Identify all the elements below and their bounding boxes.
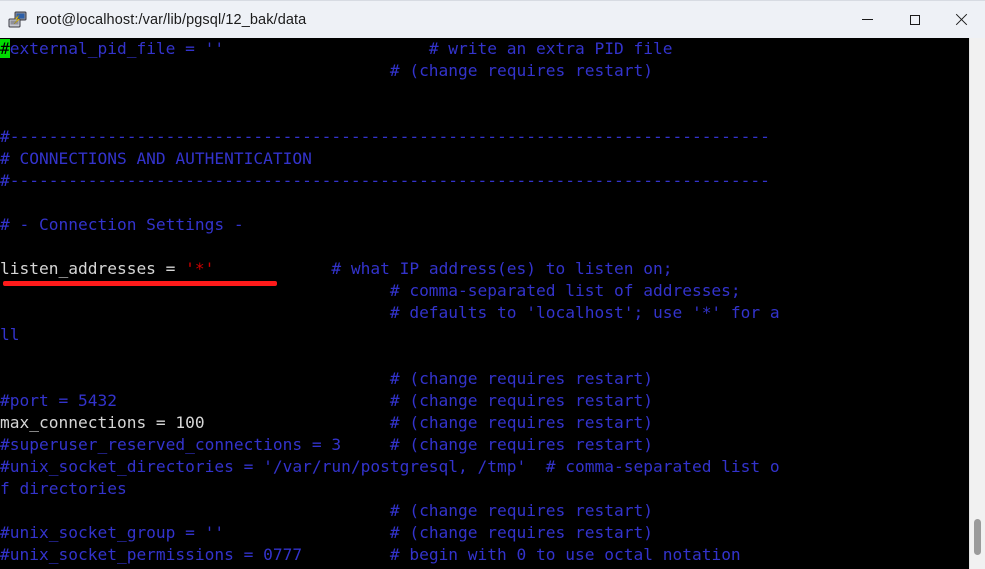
- maximize-icon: [909, 14, 920, 25]
- terminal-text-run: #unix_socket_directories = '/var/run/pos…: [0, 457, 780, 476]
- terminal-text-run: #: [0, 39, 10, 58]
- terminal-text-run: max_connections = 100: [0, 413, 205, 432]
- line-blank-5: [0, 346, 780, 368]
- maximize-button[interactable]: [891, 1, 938, 38]
- minimize-button[interactable]: [844, 1, 891, 38]
- terminal-text-run: # begin with 0 to use octal notation: [302, 545, 741, 564]
- close-button[interactable]: [938, 1, 985, 38]
- line-blank-3: [0, 192, 780, 214]
- line-listen-comment-2: # defaults to 'localhost'; use '*' for a: [0, 302, 780, 324]
- line-unix-socket-group: #unix_socket_group = '' # (change requir…: [0, 522, 780, 544]
- line-blank-4: [0, 236, 780, 258]
- terminal-text-run: #---------------------------------------…: [0, 127, 770, 146]
- terminal-text-run: #---------------------------------------…: [0, 171, 770, 190]
- terminal-text-run: # write an extra PID file: [224, 39, 673, 58]
- terminal-text-run: # what IP address(es) to listen on;: [214, 259, 673, 278]
- putty-terminal-icon: [8, 10, 28, 30]
- terminal-text-run: #unix_socket_permissions = 0777: [0, 545, 303, 564]
- line-external-pid-file-cont: # (change requires restart): [0, 60, 780, 82]
- scrollbar-thumb[interactable]: [974, 519, 981, 555]
- minimize-icon: [862, 19, 873, 20]
- terminal-text-buffer: #external_pid_file = '' # write an extra…: [0, 38, 780, 569]
- line-port: # (change requires restart): [0, 368, 780, 390]
- terminal-text-run: # (change requires restart): [341, 435, 653, 454]
- line-listen-addresses: listen_addresses = '*' # what IP address…: [0, 258, 780, 280]
- terminal-text-run: # (change requires restart): [0, 369, 653, 388]
- line-max-connections: max_connections = 100 # (change requires…: [0, 412, 780, 434]
- terminal-text-run: ll: [0, 325, 20, 344]
- window-controls: [844, 1, 985, 38]
- line-port-value: #port = 5432 # (change requires restart): [0, 390, 780, 412]
- window-titlebar[interactable]: root@localhost:/var/lib/pgsql/12_bak/dat…: [0, 0, 985, 38]
- terminal-text-run: # (change requires restart): [116, 391, 653, 410]
- terminal-text-run: listen_addresses =: [0, 259, 186, 278]
- line-rule-bottom: #---------------------------------------…: [0, 170, 780, 192]
- terminal-text-run: external_pid_file = '': [9, 39, 225, 58]
- terminal-text-run: # defaults to 'localhost'; use '*' for a: [0, 303, 780, 322]
- close-icon: [955, 13, 968, 26]
- terminal-text-run: '*': [185, 259, 215, 278]
- terminal-text-run: # (change requires restart): [0, 61, 653, 80]
- terminal-text-run: # (change requires restart): [224, 523, 653, 542]
- window-title: root@localhost:/var/lib/pgsql/12_bak/dat…: [36, 11, 307, 28]
- terminal-screen[interactable]: #external_pid_file = '' # write an extra…: [0, 38, 969, 569]
- line-superuser-reserved: #superuser_reserved_connections = 3 # (c…: [0, 434, 780, 456]
- line-rule-top: #---------------------------------------…: [0, 126, 780, 148]
- line-blank-2: [0, 104, 780, 126]
- line-connection-settings: # - Connection Settings -: [0, 214, 780, 236]
- line-unix-socket-comment: # (change requires restart): [0, 500, 780, 522]
- terminal-text-run: #unix_socket_group = '': [0, 523, 225, 542]
- terminal-text-run: # (change requires restart): [204, 413, 653, 432]
- terminal-text-run: #port = 5432: [0, 391, 117, 410]
- line-unix-socket-directories-wrap: f directories: [0, 478, 780, 500]
- vertical-scrollbar[interactable]: [969, 38, 985, 569]
- terminal-text-run: # CONNECTIONS AND AUTHENTICATION: [0, 149, 312, 168]
- terminal-text-run: # - Connection Settings -: [0, 215, 244, 234]
- line-section-title: # CONNECTIONS AND AUTHENTICATION: [0, 148, 780, 170]
- terminal-text-run: #superuser_reserved_connections = 3: [0, 435, 342, 454]
- terminal-text-run: f directories: [0, 479, 127, 498]
- line-unix-socket-directories: #unix_socket_directories = '/var/run/pos…: [0, 456, 780, 478]
- putty-terminal-window: root@localhost:/var/lib/pgsql/12_bak/dat…: [0, 0, 985, 569]
- line-blank-1: [0, 82, 780, 104]
- line-listen-comment-2-wrap: ll: [0, 324, 780, 346]
- line-external-pid-file: #external_pid_file = '' # write an extra…: [0, 38, 780, 60]
- annotation-underline-listen-addresses: [3, 281, 277, 286]
- line-unix-socket-permissions: #unix_socket_permissions = 0777 # begin …: [0, 544, 780, 566]
- terminal-text-run: # (change requires restart): [0, 501, 653, 520]
